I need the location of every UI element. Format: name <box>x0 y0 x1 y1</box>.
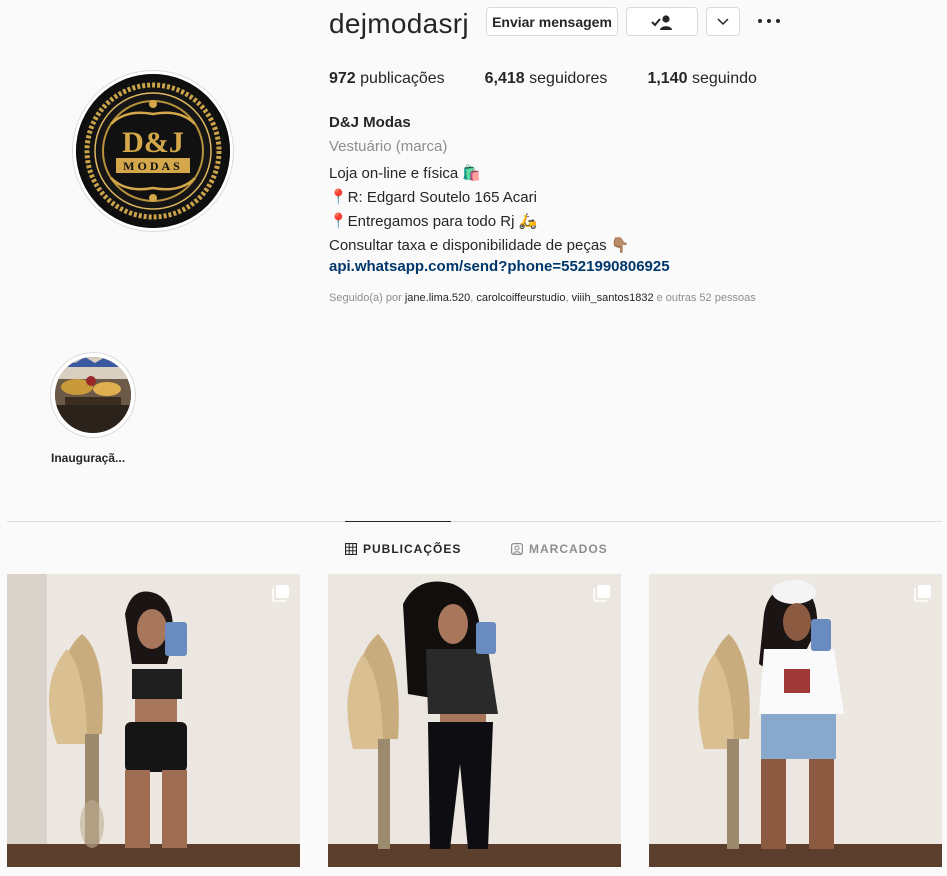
posts-label: publicações <box>360 70 445 87</box>
suggestions-dropdown-button[interactable] <box>706 7 740 36</box>
profile-display-name: D&J Modas <box>329 114 411 131</box>
active-tab-indicator <box>345 521 451 522</box>
following-stat[interactable]: 1,140 seguindo <box>647 70 756 88</box>
following-label: seguindo <box>691 70 757 87</box>
post-thumbnail[interactable] <box>649 574 942 867</box>
profile-category: Vestuário (marca) <box>329 138 448 155</box>
tab-posts-label: PUBLICAÇÕES <box>363 542 462 556</box>
dot <box>776 19 780 23</box>
following-count: 1,140 <box>647 70 688 87</box>
post-image <box>7 574 300 867</box>
bio-line: Consultar taxa e disponibilidade de peça… <box>329 237 630 254</box>
post-thumbnail[interactable] <box>328 574 621 867</box>
tabs-divider <box>7 521 942 522</box>
posts-stat: 972 publicações <box>329 70 445 88</box>
avatar[interactable]: D&J MODAS <box>76 74 230 228</box>
post-thumbnail[interactable] <box>7 574 300 867</box>
tab-tagged[interactable]: MARCADOS <box>511 542 608 556</box>
followed-by-text: Seguido(a) por jane.lima.520, carolcoiff… <box>329 292 756 304</box>
bio-line: 📍R: Edgard Soutelo 165 Acari <box>329 189 537 206</box>
carousel-icon <box>272 585 289 602</box>
brand-logo-image: D&J MODAS <box>76 74 230 228</box>
chevron-down-icon <box>717 17 729 25</box>
profile-username: dejmodasrj <box>329 8 469 39</box>
tab-posts[interactable]: PUBLICAÇÕES <box>345 542 461 556</box>
profile-stats: 972 publicações 6,418 seguidores 1,140 s… <box>329 70 797 88</box>
followers-label: seguidores <box>529 70 608 87</box>
logo-subtext: MODAS <box>123 159 183 173</box>
bio-line: Loja on-line e física 🛍️ <box>329 165 482 182</box>
followed-by-suffix: e outras 52 pessoas <box>656 292 756 304</box>
carousel-icon <box>914 585 931 602</box>
posts-count: 972 <box>329 70 356 87</box>
dot <box>758 19 762 23</box>
following-button[interactable] <box>626 7 698 36</box>
post-image <box>649 574 942 867</box>
bio-line: 📍Entregamos para todo Rj 🛵 <box>329 213 538 230</box>
bio-website-link[interactable]: api.whatsapp.com/send?phone=552199080692… <box>329 258 670 275</box>
dot <box>767 19 771 23</box>
followers-stat[interactable]: 6,418 seguidores <box>485 70 608 88</box>
followers-count: 6,418 <box>484 70 525 87</box>
followed-by-user-link[interactable]: jane.lima.520 <box>405 292 470 304</box>
highlight-thumbnail <box>55 357 131 433</box>
story-highlight-label: Inauguraçã... <box>51 451 126 465</box>
send-message-button[interactable]: Enviar mensagem <box>486 7 618 36</box>
tab-tagged-label: MARCADOS <box>529 542 608 556</box>
person-check-icon <box>651 14 672 30</box>
grid-icon <box>345 543 357 555</box>
followed-by-prefix: Seguido(a) por <box>329 292 402 304</box>
tagged-user-icon <box>511 543 523 555</box>
post-image <box>328 574 621 867</box>
carousel-icon <box>593 585 610 602</box>
logo-text: D&J <box>122 126 184 159</box>
story-highlight-image[interactable] <box>55 357 131 433</box>
followed-by-user-link[interactable]: viiih_santos1832 <box>572 292 654 304</box>
profile-bio: Loja on-line e física 🛍️ 📍R: Edgard Sout… <box>329 162 630 258</box>
followed-by-user-link[interactable]: carolcoiffeurstudio <box>476 292 565 304</box>
more-options-icon[interactable] <box>758 10 780 32</box>
